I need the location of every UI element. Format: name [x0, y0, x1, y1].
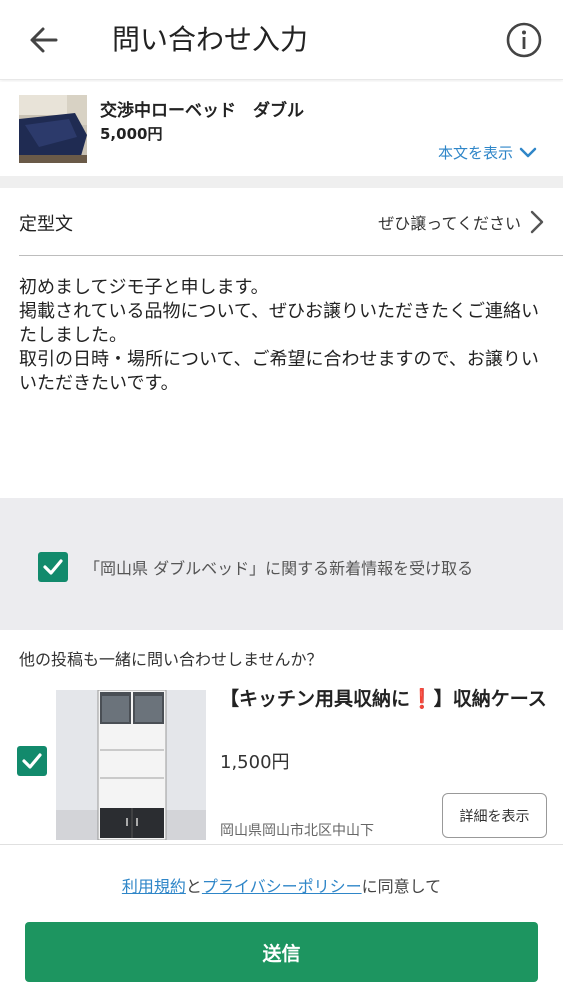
product-summary: 交渉中ローベッド ダブル 5,000円 本文を表示	[0, 82, 563, 176]
template-value: ぜひ譲ってください	[378, 214, 521, 233]
other-post-price: 1,500円	[220, 752, 290, 773]
product-thumbnail[interactable]	[19, 95, 87, 163]
arrow-left-icon	[30, 27, 58, 53]
template-label: 定型文	[19, 214, 73, 235]
checkmark-icon	[22, 753, 42, 769]
page-title: 問い合わせ入力	[112, 23, 309, 56]
chevron-down-icon	[519, 147, 537, 157]
send-button[interactable]: 送信	[25, 922, 538, 982]
product-name: 交渉中ローベッド ダブル	[100, 101, 304, 121]
divider	[19, 255, 563, 256]
app-header: 問い合わせ入力	[0, 0, 563, 80]
terms-link[interactable]: 利用規約	[122, 877, 186, 896]
info-circle-icon	[506, 22, 542, 58]
exclamation-icon: ❗	[410, 688, 434, 710]
notify-checkbox[interactable]	[38, 552, 68, 582]
message-textarea[interactable]: 初めましてジモ子と申します。 掲載されている品物について、ぜひお譲りいただきたく…	[19, 276, 544, 486]
other-post-title[interactable]: 【キッチン用具収納に❗】収納ケース	[220, 686, 550, 712]
other-post-location: 岡山県岡山市北区中山下	[220, 823, 374, 839]
agreement-and: と	[185, 877, 202, 896]
back-button[interactable]	[24, 20, 64, 60]
notification-subscription: 「岡山県 ダブルベッド」に関する新着情報を受け取る	[0, 498, 563, 630]
other-post-checkbox[interactable]	[17, 746, 47, 776]
other-posts-title: 他の投稿も一緒に問い合わせしませんか？	[19, 650, 323, 669]
privacy-policy-link[interactable]: プライバシーポリシー	[202, 877, 362, 896]
checkmark-icon	[43, 559, 63, 575]
notify-label: 「岡山県 ダブルベッド」に関する新着情報を受け取る	[84, 559, 474, 578]
info-button[interactable]	[503, 19, 545, 61]
show-detail-button[interactable]: 詳細を表示	[442, 793, 547, 838]
section-divider	[0, 176, 563, 188]
show-body-label: 本文を表示	[438, 144, 514, 162]
footer: 利用規約とプライバシーポリシーに同意して 送信	[0, 844, 563, 991]
product-price: 5,000円	[100, 125, 163, 143]
agreement-suffix: に同意して	[361, 877, 442, 896]
chevron-right-icon	[530, 210, 544, 234]
template-selector[interactable]: 定型文 ぜひ譲ってください	[0, 188, 563, 256]
agreement-text: 利用規約とプライバシーポリシーに同意して	[0, 873, 563, 897]
show-body-link[interactable]: 本文を表示	[438, 142, 537, 163]
other-post-thumbnail[interactable]	[56, 690, 206, 840]
